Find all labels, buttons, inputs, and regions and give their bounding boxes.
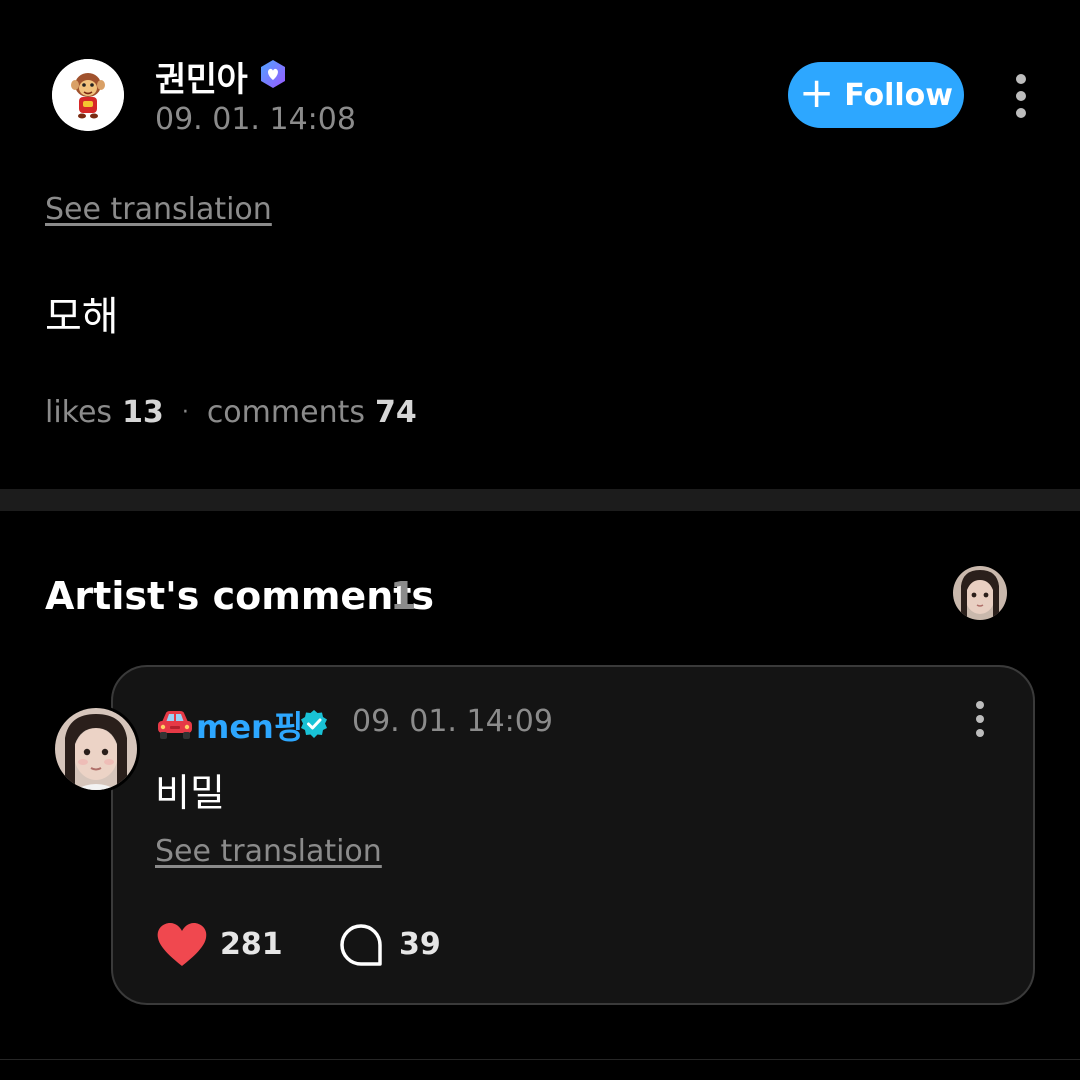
author-avatar[interactable] (52, 59, 124, 131)
follow-label: Follow (844, 77, 953, 113)
artist-avatar-small[interactable] (953, 566, 1007, 620)
commenter-name[interactable]: men핑 (196, 702, 303, 748)
plus-icon: + (799, 68, 835, 117)
see-translation-link[interactable]: See translation (45, 192, 272, 227)
follow-button[interactable]: + Follow (788, 62, 964, 128)
comment-replies-count: 39 (399, 927, 441, 962)
bottom-divider (0, 1059, 1080, 1060)
car-emoji-icon (156, 708, 194, 742)
artist-comments-count: 1 (390, 574, 417, 618)
comments-count[interactable]: 74 (375, 395, 417, 430)
post-body: 모해 (45, 294, 119, 340)
verified-badge-icon (257, 58, 289, 90)
verified-badge-icon (298, 708, 330, 740)
separator-dot: · (181, 400, 189, 425)
comment-timestamp: 09. 01. 14:09 (352, 704, 553, 739)
comment-bubble-icon[interactable] (339, 923, 383, 967)
commenter-avatar[interactable] (52, 705, 140, 793)
post-stats: likes 13 · comments 74 (45, 395, 417, 430)
author-name[interactable]: 권민아 (155, 52, 248, 101)
comment-body: 비밀 (155, 771, 225, 815)
likes-count: 13 (122, 395, 164, 430)
likes-label: likes (45, 395, 113, 430)
artist-comments-title: Artist's comments (45, 574, 435, 618)
heart-icon[interactable] (156, 922, 208, 968)
comments-label[interactable]: comments (207, 395, 365, 430)
comment-more-options-icon[interactable] (970, 700, 990, 740)
comment-see-translation-link[interactable]: See translation (155, 834, 382, 869)
section-divider (0, 489, 1080, 511)
more-options-icon[interactable] (1006, 73, 1036, 119)
comment-likes-count: 281 (220, 927, 283, 962)
post-timestamp: 09. 01. 14:08 (155, 102, 356, 137)
